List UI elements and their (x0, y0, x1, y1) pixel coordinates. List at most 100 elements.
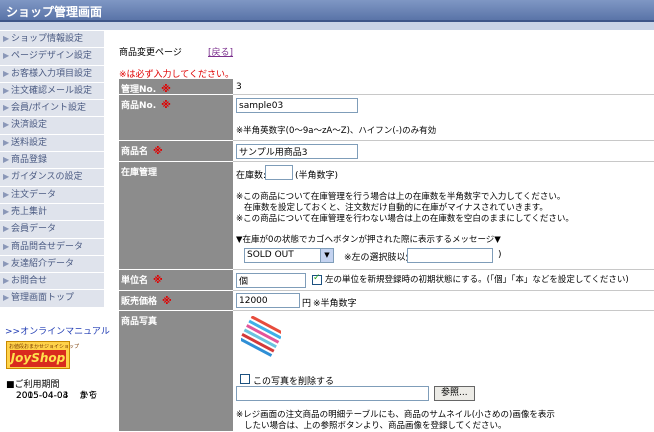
photo-file-input[interactable] (236, 386, 429, 401)
required-mark: ※ (153, 146, 163, 157)
unit-cell: 左の単位を新規登録時の初期状態にする。(「個」「本」などを設定してください) (233, 270, 654, 291)
product-no-input[interactable] (236, 98, 358, 113)
label-stock: 在庫管理 (119, 162, 233, 270)
app-title: ショップ管理画面 (6, 5, 103, 19)
stock-cell: 在庫数: (半角数字) ※この商品について在庫管理を行う場合は上の在庫数を半角数… (233, 162, 654, 270)
chevron-right-icon: ▶ (3, 206, 10, 216)
label-price: 販売価格 ※ (119, 291, 233, 311)
photo-note-2: したい場合は、上の参照ボタンより、商品画像を登録してください。 (244, 421, 507, 431)
sidebar-item-referral-data[interactable]: ▶ 友達紹介データ (0, 255, 104, 274)
chevron-right-icon: ▶ (3, 189, 10, 199)
required-mark: ※ (161, 84, 171, 95)
period-until: まで (79, 391, 98, 401)
price-hint: ※半角数字 (313, 299, 357, 309)
chevron-right-icon: ▶ (3, 258, 10, 268)
stock-count-label: 在庫数: (236, 171, 267, 181)
sidebar: ▶ ショップ情報設定 ▶ ページデザイン設定 ▶ お客様入力項目設定 ▶ 注文確認メール… (0, 31, 104, 432)
unit-default-checkbox[interactable] (312, 273, 322, 285)
row-stock: 在庫管理 在庫数: (半角数字) ※この商品について在庫管理を行う場合は上の在庫… (119, 162, 654, 270)
unit-input[interactable] (236, 273, 306, 288)
chevron-right-icon: ▶ (3, 34, 10, 43)
chevron-down-icon: ▼ (320, 249, 333, 262)
app-header: ショップ管理画面 (0, 0, 654, 22)
row-product-name: 商品名 ※ (119, 141, 654, 162)
chevron-right-icon: ▶ (3, 103, 10, 113)
back-link[interactable]: [戻る] (208, 45, 233, 58)
sidebar-item-page-design[interactable]: ▶ ページデザイン設定 (0, 48, 104, 66)
sidebar-item-guidance[interactable]: ▶ ガイダンスの設定 (0, 169, 104, 187)
sidebar-item-order-data[interactable]: ▶ 注文データ (0, 186, 104, 204)
chevron-right-icon: ▶ (3, 51, 10, 61)
product-edit-form: 管理No.※ 3 商品No.※ ※半角英数字(0～9a～zA～Z)、ハイフン(-… (119, 79, 654, 432)
browse-button[interactable]: 参照... (434, 386, 475, 401)
required-mark: ※ (153, 275, 163, 286)
chevron-right-icon: ▶ (3, 155, 10, 165)
chevron-right-icon: ▶ (3, 293, 10, 303)
sidebar-item-product-inquiries[interactable]: ▶ 商品問合せデータ (0, 238, 104, 256)
label-product-no: 商品No. ※ (119, 95, 233, 141)
usage-period-heading: ■ご利用期間 (6, 380, 60, 390)
sidebar-item-order-mail[interactable]: ▶ 注文確認メール設定 (0, 82, 104, 101)
stock-count-input[interactable] (265, 165, 293, 180)
stock-note-2: 在庫数を設定しておくと、注文数だけ自動的に在庫がマイナスされていきます。 (244, 203, 548, 213)
row-unit: 単位名※ 左の単位を新規登録時の初期状態にする。(「個」「本」などを設定してくだ… (119, 270, 654, 291)
page-title: 商品変更ページ (119, 48, 182, 58)
sidebar-item-shop-info[interactable]: ▶ ショップ情報設定 (0, 31, 104, 49)
sidebar-item-contact[interactable]: ▶ お問合せ (0, 273, 104, 291)
required-mark: ※ (161, 100, 171, 111)
stock-note-3: ※この商品について在庫管理を行わない場合は上の在庫数を空白のままにしてください。 (236, 214, 574, 224)
sidebar-item-member-points[interactable]: ▶ 会員/ポイント設定 (0, 100, 104, 118)
label-product-name: 商品名 ※ (119, 141, 233, 162)
soldout-message-caption: ▼在庫が0の状態でカゴへボタンが押された際に表示するメッセージ▼ (236, 235, 501, 245)
sidebar-item-sales[interactable]: ▶ 売上集計 (0, 203, 104, 222)
label-unit: 単位名 ※ (119, 270, 233, 291)
header-strip (0, 22, 654, 30)
usage-period: ■ご利用期間 2005-04-04 から 2015-04-03 まで (6, 380, 97, 401)
period-end: 2015-04-03 (16, 391, 69, 401)
price-cell: 円 ※半角数字 (233, 291, 654, 311)
soldout-message-selected: SOLD OUT (247, 250, 294, 260)
label-photo: 商品写真 (119, 311, 233, 432)
product-name-cell (233, 141, 654, 162)
soldout-message-select[interactable]: SOLD OUT ▼ (244, 248, 334, 263)
logo-wordmark: JoyShop (10, 350, 66, 367)
chevron-right-icon: ▶ (3, 120, 10, 130)
stock-count-hint: (半角数字) (295, 171, 339, 181)
chevron-right-icon: ▶ (3, 172, 10, 182)
sidebar-item-customer-fields[interactable]: ▶ お客様入力項目設定 (0, 65, 104, 83)
other-message-input[interactable] (407, 248, 493, 263)
chevron-right-icon: ▶ (3, 241, 10, 251)
online-manual-link[interactable]: >>オンラインマニュアル (5, 324, 110, 337)
chevron-right-icon: ▶ (3, 68, 10, 78)
sidebar-item-shipping[interactable]: ▶ 送料設定 (0, 134, 104, 153)
product-no-cell: ※半角英数字(0～9a～zA～Z)、ハイフン(-)のみ有効 (233, 95, 654, 141)
unit-default-label: 左の単位を新規登録時の初期状態にする。(「個」「本」などを設定してください) (325, 275, 629, 285)
photo-cell: この写真を削除する 参照... ※レジ画面の注文商品の明細テーブルにも、商品のサ… (233, 311, 654, 432)
product-no-note: ※半角英数字(0～9a～zA～Z)、ハイフン(-)のみ有効 (236, 126, 437, 136)
row-photo: 商品写真 この写真を削除する 参照... ※レジ画面の注文商品の明細テーブルにも… (119, 311, 654, 432)
product-photo-thumbnail (241, 316, 281, 357)
other-message-close: ) (498, 250, 502, 260)
required-mark: ※ (162, 296, 172, 307)
row-product-no: 商品No.※ ※半角英数字(0～9a～zA～Z)、ハイフン(-)のみ有効 (119, 95, 654, 141)
sidebar-item-product-register[interactable]: ▶ 商品登録 (0, 152, 104, 170)
row-price: 販売価格※ 円 ※半角数字 (119, 291, 654, 311)
sidebar-item-admin-top[interactable]: ▶ 管理画面トップ (0, 290, 104, 308)
chevron-right-icon: ▶ (3, 137, 10, 147)
logo-tagline: お値段おまかせジョイショップ (9, 344, 80, 350)
row-management-no: 管理No. ※ 3 (119, 79, 654, 95)
joyshop-logo[interactable]: お値段おまかせジョイショップ JoyShop (6, 341, 79, 369)
chevron-right-icon: ▶ (3, 276, 10, 286)
price-input[interactable] (236, 293, 300, 308)
label-management-no: 管理No. ※ (119, 79, 233, 95)
price-unit: 円 (302, 299, 312, 309)
photo-note-1: ※レジ画面の注文商品の明細テーブルにも、商品のサムネイル(小さめの)画像を表示 (236, 410, 555, 420)
stock-note-1: ※この商品について在庫管理を行う場合は上の在庫数を半角数字で入力してください。 (236, 192, 566, 202)
delete-photo-checkbox[interactable] (240, 374, 250, 384)
chevron-right-icon: ▶ (3, 85, 10, 95)
product-name-input[interactable] (236, 144, 358, 159)
chevron-right-icon: ▶ (3, 224, 10, 234)
sidebar-item-payment[interactable]: ▶ 決済設定 (0, 117, 104, 135)
sidebar-item-member-data[interactable]: ▶ 会員データ (0, 221, 104, 239)
management-no-value: 3 (233, 79, 654, 95)
